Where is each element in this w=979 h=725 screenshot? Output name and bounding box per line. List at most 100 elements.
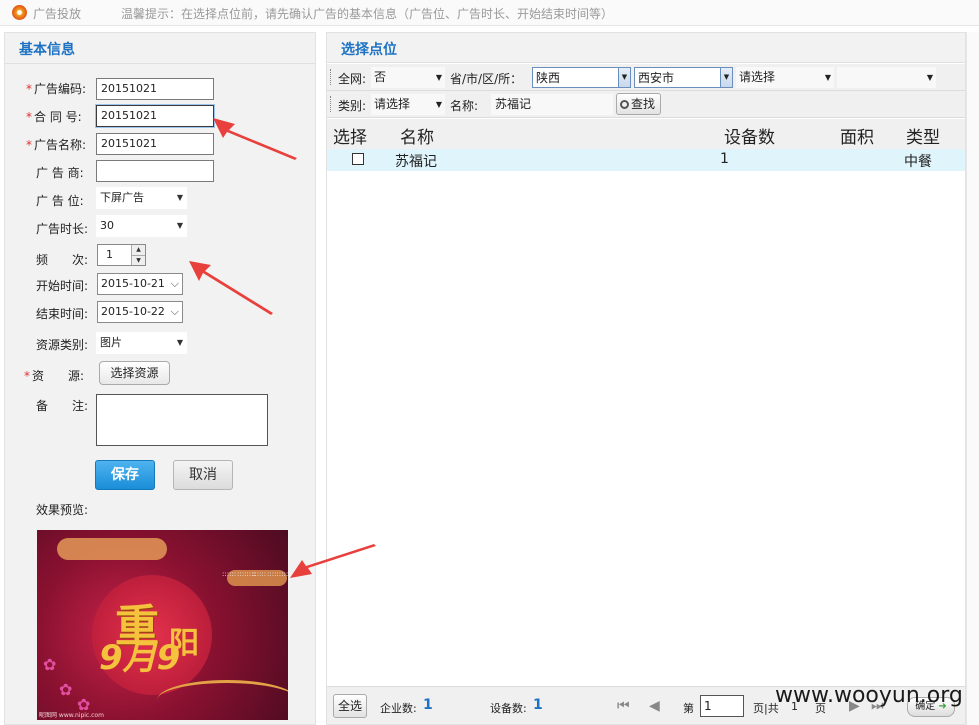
ad-code-input[interactable]: 20151021	[96, 78, 214, 100]
dropdown-arrow-icon: ▼	[176, 338, 183, 347]
category-label: 类别:	[338, 99, 367, 113]
advertiser-input[interactable]	[96, 160, 214, 182]
station-select[interactable]: ▼	[837, 67, 936, 88]
prev-page-icon[interactable]: ◀	[649, 698, 660, 714]
basic-info-title: 基本信息	[19, 42, 75, 58]
ad-code-label-text: 广告编码:	[34, 82, 87, 96]
advertiser-label: 广 告 商:	[36, 166, 84, 180]
dropdown-arrow-icon: ▼	[618, 68, 630, 87]
resource-label-text: 资 源:	[32, 369, 85, 383]
app-title: 广告投放	[33, 7, 82, 21]
province-value: 陕西	[536, 71, 561, 85]
remark-textarea[interactable]	[96, 394, 268, 446]
search-button[interactable]: 查找	[616, 93, 662, 115]
city-value: 西安市	[638, 71, 675, 85]
stepper-down-icon[interactable]: ▼	[132, 255, 145, 265]
toolbar-grip-icon	[330, 96, 332, 112]
required-mark: *	[26, 138, 32, 152]
company-count-label: 企业数:	[380, 702, 417, 715]
poem-column: ::::::::	[237, 570, 256, 579]
network-label: 全网:	[338, 72, 367, 86]
preview-label: 效果预览:	[36, 503, 89, 517]
preview-image: 重 阳 9月9 :::::: :::::::: :::::: :::::::::…	[37, 530, 288, 720]
save-button[interactable]: 保存	[95, 460, 155, 490]
category-value: 请选择	[374, 97, 411, 111]
flower-icon: ✿	[43, 655, 57, 674]
dropdown-arrow-icon: ▼	[176, 193, 183, 202]
resource-type-select[interactable]: 图片 ▼	[96, 332, 187, 354]
district-value: 请选择	[739, 70, 776, 84]
page-number-input[interactable]: 1	[700, 695, 744, 717]
poem-column: :::::::::	[267, 570, 288, 579]
search-button-label: 查找	[631, 97, 656, 111]
chevron-down-icon: ⌵	[170, 305, 179, 318]
annotation-arrow-icon	[213, 118, 297, 160]
first-page-icon[interactable]: ⏮	[617, 698, 630, 714]
contract-label: * 合 同 号:	[26, 108, 82, 125]
column-area: 面积	[840, 128, 874, 148]
remark-label: 备 注:	[36, 399, 89, 413]
region-label: 省/市/区/所：	[450, 72, 523, 86]
end-date-picker[interactable]: 2015-10-22 ⌵	[97, 301, 183, 323]
ad-slot-label: 广 告 位:	[36, 194, 84, 208]
select-location-header: 选择点位	[327, 33, 965, 63]
name-filter-input[interactable]: 苏福记	[491, 94, 613, 115]
cancel-button[interactable]: 取消	[173, 460, 233, 490]
stepper-up-icon[interactable]: ▲	[132, 245, 145, 255]
end-time-label: 结束时间:	[36, 307, 89, 321]
flower-icon: ✿	[59, 680, 73, 699]
network-select[interactable]: 否 ▼	[371, 67, 445, 88]
select-location-title: 选择点位	[341, 42, 397, 58]
resource-label: * 资 源:	[24, 367, 84, 384]
end-date-value: 2015-10-22	[101, 305, 165, 318]
divider	[5, 63, 315, 64]
toolbar-grip-icon	[330, 69, 332, 85]
dropdown-arrow-icon: ▼	[824, 73, 831, 82]
company-count-value: 1	[423, 697, 433, 713]
province-select[interactable]: 陕西 ▼	[532, 67, 631, 88]
row-type: 中餐	[904, 154, 932, 170]
required-mark: *	[26, 110, 32, 124]
preview-caption: 昵图网 www.nipic.com	[39, 712, 104, 719]
ad-duration-select[interactable]: 30 ▼	[96, 215, 187, 237]
choose-resource-button[interactable]: 选择资源	[99, 361, 170, 385]
device-count-value: 1	[533, 697, 543, 713]
dropdown-arrow-icon: ▼	[435, 100, 442, 109]
frequency-label: 频 次:	[36, 253, 89, 267]
start-date-picker[interactable]: 2015-10-21 ⌵	[97, 273, 183, 295]
dropdown-arrow-icon: ▼	[926, 73, 933, 82]
gold-swirl-shape	[157, 680, 288, 720]
category-filter-bar: 类别: 请选择 ▼ 名称: 苏福记 查找	[327, 91, 965, 118]
ad-slot-select[interactable]: 下屏广告 ▼	[96, 187, 187, 209]
hint-text: 温馨提示：在选择点位前，请先确认广告的基本信息（广告位、广告时长、开始结束时间等…	[121, 7, 614, 21]
row-checkbox[interactable]	[352, 153, 364, 165]
column-devices: 设备数	[724, 128, 775, 148]
table-row[interactable]: 苏福记 1 中餐	[327, 149, 965, 171]
required-mark: *	[26, 82, 32, 96]
resource-type-value: 图片	[100, 336, 122, 349]
required-mark: *	[24, 369, 30, 383]
category-select[interactable]: 请选择 ▼	[371, 94, 445, 115]
select-all-button[interactable]: 全选	[333, 694, 367, 718]
ad-name-input[interactable]: 20151021	[96, 133, 214, 155]
frequency-stepper[interactable]: 1 ▲ ▼	[97, 244, 146, 266]
chevron-down-icon: ⌵	[170, 277, 179, 290]
page-prefix: 第	[683, 702, 694, 715]
start-date-value: 2015-10-21	[101, 277, 165, 290]
city-select[interactable]: 西安市 ▼	[634, 67, 733, 88]
top-bar: 广告投放 温馨提示：在选择点位前，请先确认广告的基本信息（广告位、广告时长、开始…	[0, 0, 979, 26]
district-select[interactable]: 请选择 ▼	[736, 67, 834, 88]
name-filter-label: 名称:	[450, 99, 479, 113]
ad-duration-value: 30	[100, 219, 114, 232]
search-icon	[620, 100, 629, 109]
contract-input[interactable]: 20151021	[95, 104, 215, 128]
stepper-buttons: ▲ ▼	[131, 245, 145, 265]
preview-digits: 9月9	[99, 638, 181, 678]
page-scrollbar[interactable]	[966, 32, 979, 725]
column-name: 名称	[400, 128, 434, 148]
poem-column: ::::::	[252, 570, 267, 578]
region-filter-bar: 全网: 否 ▼ 省/市/区/所： 陕西 ▼ 西安市 ▼ 请选择 ▼ ▼	[327, 64, 965, 91]
ad-name-label: * 广告名称:	[26, 136, 86, 153]
ad-duration-label: 广告时长:	[36, 222, 89, 236]
ad-code-label: * 广告编码:	[26, 80, 86, 97]
